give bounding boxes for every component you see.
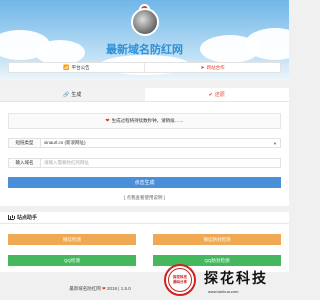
wechat-check-button[interactable]: 微信检测 xyxy=(8,234,136,245)
notice-bar: 📶 平台公告 ➤ 跨站合作 xyxy=(8,62,281,73)
qq-check-button[interactable]: QQ检测 xyxy=(8,255,136,266)
heart-icon: ❤ xyxy=(105,118,110,124)
chevron-down-icon: ▼ xyxy=(273,140,277,146)
cooperate-button[interactable]: ➤ 跨站合作 xyxy=(144,63,280,72)
watermark-url: www.tanhua.com xyxy=(208,289,239,294)
tab-generate[interactable]: 🔗 生成 xyxy=(0,88,145,101)
link-icon: 🔗 xyxy=(63,91,70,98)
tab-bar: 🔗 生成 ✔ 还原 xyxy=(0,88,289,102)
watermark-brand: 探花科技 xyxy=(204,271,268,287)
footer-year: 2019 | 1.5.0 xyxy=(107,286,131,291)
announcement-label: 平台公告 xyxy=(71,64,90,70)
generator-card: 🔗 生成 ✔ 还原 ❤ 生成过程将持续数秒钟，请稍候…… 短链类型 sinaur… xyxy=(0,88,289,206)
helper-title: 站点助手 xyxy=(17,215,38,221)
footer-site-name: 最新域名防红网 xyxy=(69,286,101,291)
helper-header: 站点助手 xyxy=(0,212,289,224)
type-label: 短链类型 xyxy=(9,139,41,147)
bar-chart-icon xyxy=(8,215,14,220)
seal-logo-icon: 探花科技 源码分享 xyxy=(164,264,196,296)
announcement-button[interactable]: 📶 平台公告 xyxy=(9,63,144,72)
avatar xyxy=(131,8,159,36)
heart-icon: ❤ xyxy=(102,286,106,291)
tab-generate-label: 生成 xyxy=(71,92,82,98)
watermark: 探花科技 源码分享 探花科技 www.tanhua.com xyxy=(162,262,289,300)
check-icon: ✔ xyxy=(208,91,213,98)
wifi-icon: 📶 xyxy=(63,64,70,71)
short-link-type-select[interactable]: 短链类型 sinaurl.cn (新浪网址) ▼ xyxy=(8,138,281,148)
status-message-box: ❤ 生成过程将持续数秒钟，请稍候…… xyxy=(8,113,281,129)
tab-restore[interactable]: ✔ 还原 xyxy=(145,88,290,101)
page-title: 最新域名防红网 xyxy=(106,44,183,56)
status-message: 生成过程将持续数秒钟，请稍候…… xyxy=(111,118,184,123)
domain-input-row: 输入域名 请输入需要防红的网址 xyxy=(8,158,281,168)
domain-input[interactable]: 请输入需要防红的网址 xyxy=(41,159,280,167)
tab-restore-label: 还原 xyxy=(214,92,225,98)
domain-label: 输入域名 xyxy=(9,159,41,167)
generate-button[interactable]: 点击生成 xyxy=(8,177,281,188)
type-value: sinaurl.cn (新浪网址) xyxy=(44,140,86,145)
seal-line2: 源码分享 xyxy=(173,280,187,284)
wechat-block-check-button[interactable]: 微信防封检测 xyxy=(153,234,281,245)
usage-tips-link[interactable]: [ 点我查看使用说明 ] xyxy=(0,195,289,201)
send-icon: ➤ xyxy=(200,64,205,71)
cooperate-label: 跨站合作 xyxy=(206,64,225,70)
